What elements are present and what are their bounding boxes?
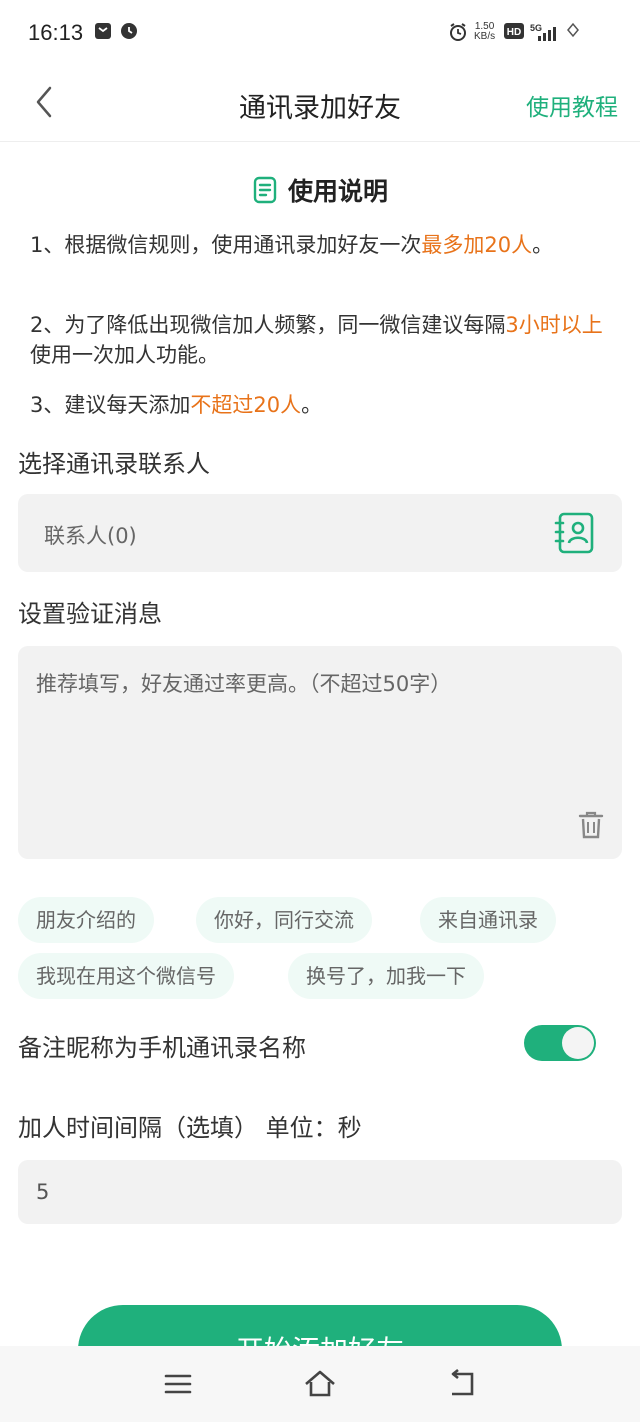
svg-text:HD: HD <box>507 27 521 38</box>
document-icon <box>252 176 280 210</box>
back-nav-icon[interactable] <box>444 1366 480 1402</box>
status-bar: 16:13 1.50 KB/s HD 5G <box>0 0 640 68</box>
hd-icon: HD <box>504 22 524 44</box>
rule-1-end: 。 <box>532 233 554 257</box>
network-speed: 1.50 KB/s <box>474 22 495 42</box>
home-icon[interactable] <box>302 1366 338 1402</box>
contacts-count: 联系人(0) <box>44 524 137 548</box>
rule-3-text: 3、建议每天添加 <box>30 393 191 417</box>
rule-1: 1、根据微信规则，使用通讯录加好友一次最多加20人。 <box>30 230 615 260</box>
interval-value: 5 <box>36 1180 50 1204</box>
rule-3: 3、建议每天添加不超过20人。 <box>30 390 615 420</box>
menu-icon[interactable] <box>160 1366 196 1402</box>
interval-input[interactable]: 5 <box>18 1160 622 1224</box>
notification-icon <box>94 22 112 44</box>
instructions-heading: 使用说明 <box>0 172 640 210</box>
rule-2-highlight: 3小时以上 <box>505 313 603 337</box>
verify-message-input[interactable]: 推荐填写，好友通过率更高。（不超过50字） <box>18 646 622 859</box>
system-nav-bar <box>0 1346 640 1422</box>
rule-1-text: 1、根据微信规则，使用通讯录加好友一次 <box>30 233 422 257</box>
toggle-knob <box>562 1027 594 1059</box>
contacts-label: 选择通讯录联系人 <box>18 450 210 478</box>
5g-signal-icon: 5G <box>530 22 560 46</box>
quick-tag[interactable]: 我现在用这个微信号 <box>18 953 234 999</box>
speed-unit: KB/s <box>474 31 496 42</box>
remark-label: 备注昵称为手机通讯录名称 <box>18 1034 306 1062</box>
rule-2-end: 使用一次加人功能。 <box>30 343 219 367</box>
contact-book-icon[interactable] <box>554 511 596 559</box>
quick-tag[interactable]: 你好，同行交流 <box>196 897 372 943</box>
remark-toggle[interactable] <box>524 1025 596 1061</box>
svg-text:5G: 5G <box>530 23 542 33</box>
verify-label: 设置验证消息 <box>18 600 162 628</box>
rule-1-highlight: 最多加20人 <box>421 233 533 257</box>
quick-tag[interactable]: 换号了，加我一下 <box>288 953 484 999</box>
quick-tag[interactable]: 朋友介绍的 <box>18 897 154 943</box>
tutorial-link[interactable]: 使用教程 <box>526 88 618 122</box>
contacts-selector[interactable]: 联系人(0) <box>18 494 622 572</box>
quick-tag[interactable]: 来自通讯录 <box>420 897 556 943</box>
rule-2: 2、为了降低出现微信加人频繁，同一微信建议每隔3小时以上使用一次加人功能。 <box>30 310 615 370</box>
rule-3-highlight: 不超过20人 <box>190 393 302 417</box>
app-badge-icon <box>120 22 138 44</box>
rule-2-text: 2、为了降低出现微信加人频繁，同一微信建议每隔 <box>30 313 506 337</box>
interval-label: 加人时间间隔（选填） 单位：秒 <box>18 1114 362 1142</box>
trash-icon[interactable] <box>578 810 604 844</box>
status-time: 16:13 <box>28 20 84 45</box>
alarm-icon <box>448 22 468 46</box>
rule-3-end: 。 <box>301 393 323 417</box>
app-header: 通讯录加好友 使用教程 <box>0 68 640 142</box>
battery-icon <box>566 22 580 46</box>
verify-placeholder: 推荐填写，好友通过率更高。（不超过50字） <box>36 672 452 696</box>
instructions-heading-text: 使用说明 <box>287 177 388 206</box>
